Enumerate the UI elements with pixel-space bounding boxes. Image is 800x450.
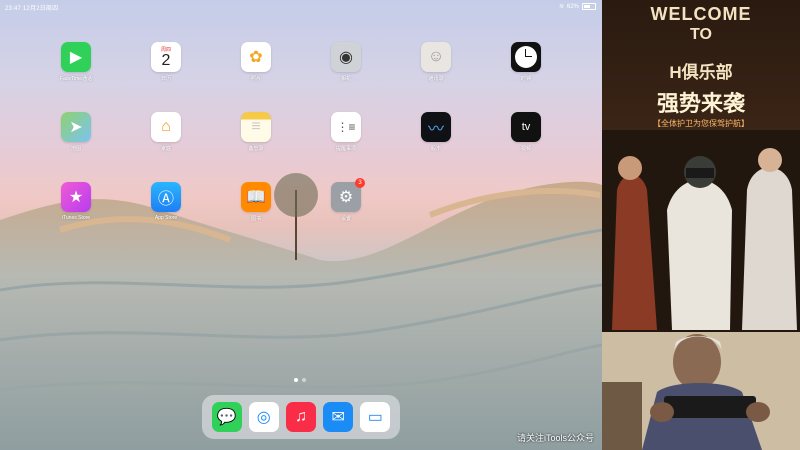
app-clock[interactable]: 时钟 [496,42,556,82]
page-dots[interactable] [294,378,306,382]
promo-headline: 强势来袭 [656,91,745,116]
settings-icon: ⚙ 3 [331,178,365,212]
app-stocks[interactable]: 〰 股市 [406,112,466,152]
reminders-icon: ⋮≡ [331,112,361,142]
facetime-icon: ▶ [61,42,91,72]
app-notes[interactable]: ≡ 备忘录 [226,112,286,152]
app-store-icon: Ⓐ [151,182,181,212]
page-dot-1[interactable] [294,378,298,382]
promo-characters-image [602,130,800,332]
app-home[interactable]: ⌂ 家庭 [136,112,196,152]
battery-icon [582,3,596,10]
app-books[interactable]: 📖 图书 [226,182,286,222]
books-icon: 📖 [241,182,271,212]
watermark-text: 请关注iTools公众号 [516,433,594,443]
wifi-icon: ≋ [558,4,564,10]
app-contacts[interactable]: ☺ 通讯录 [406,42,466,82]
promo-banner: WELCOME TO H俱乐部 强势来袭 【全体护卫为您保驾护航】 [602,0,800,332]
promo-club-name: H俱乐部 [669,63,733,82]
app-calendar[interactable]: 周四 2 日历 [136,42,196,82]
ipad-screen: 23:47 12月2日周四 ≋ 62% ▶ FaceTime通话 周四 2 日历… [0,0,602,450]
calendar-icon: 周四 2 [151,42,181,72]
clock-icon [511,42,541,72]
status-time: 23:47 12月2日周四 [5,6,59,12]
webcam-person-image [602,332,800,450]
promo-subline: 【全体护卫为您保驾护航】 [653,119,749,128]
app-itunes-store[interactable]: ★ iTunes Store [46,182,106,221]
battery-percent: 62% [566,3,579,10]
music-icon[interactable]: ♫ [285,402,316,432]
safari-icon[interactable]: ◎ [248,402,279,432]
app-app-store[interactable]: Ⓐ App Store [136,182,196,221]
app-maps[interactable]: ➤ 地图 [46,112,106,152]
mail-icon[interactable]: ✉ [323,402,354,432]
camera-icon: ◉ [331,42,361,72]
home-icon: ⌂ [151,112,181,142]
promo-welcome: WELCOME [650,4,752,24]
itunes-store-icon: ★ [61,182,91,212]
maps-icon: ➤ [61,112,91,142]
app-photos[interactable]: ✿ 照片 [226,42,286,82]
page-dot-2[interactable] [302,378,306,382]
app-reminders[interactable]: ⋮≡ 提醒事项 [316,112,376,152]
messages-icon[interactable]: 💬 [211,402,242,432]
files-icon[interactable]: ▭ [360,402,391,432]
contacts-icon: ☺ [421,42,451,72]
settings-badge: 3 [355,178,365,188]
app-facetime[interactable]: ▶ FaceTime通话 [46,42,106,82]
app-camera[interactable]: ◉ 相机 [316,42,376,82]
photos-icon: ✿ [241,42,271,72]
status-bar: 23:47 12月2日周四 ≋ 62% [0,0,602,12]
app-tv[interactable]: tv 视频 [496,112,556,152]
webcam-feed [602,332,800,450]
tv-icon: tv [511,112,541,142]
promo-to: TO [690,26,712,43]
dock: 💬 ◎ ♫ ✉ ▭ [202,395,400,439]
notes-icon: ≡ [241,112,271,142]
stocks-icon: 〰 [421,112,451,142]
app-settings[interactable]: ⚙ 3 设置 [316,178,376,222]
